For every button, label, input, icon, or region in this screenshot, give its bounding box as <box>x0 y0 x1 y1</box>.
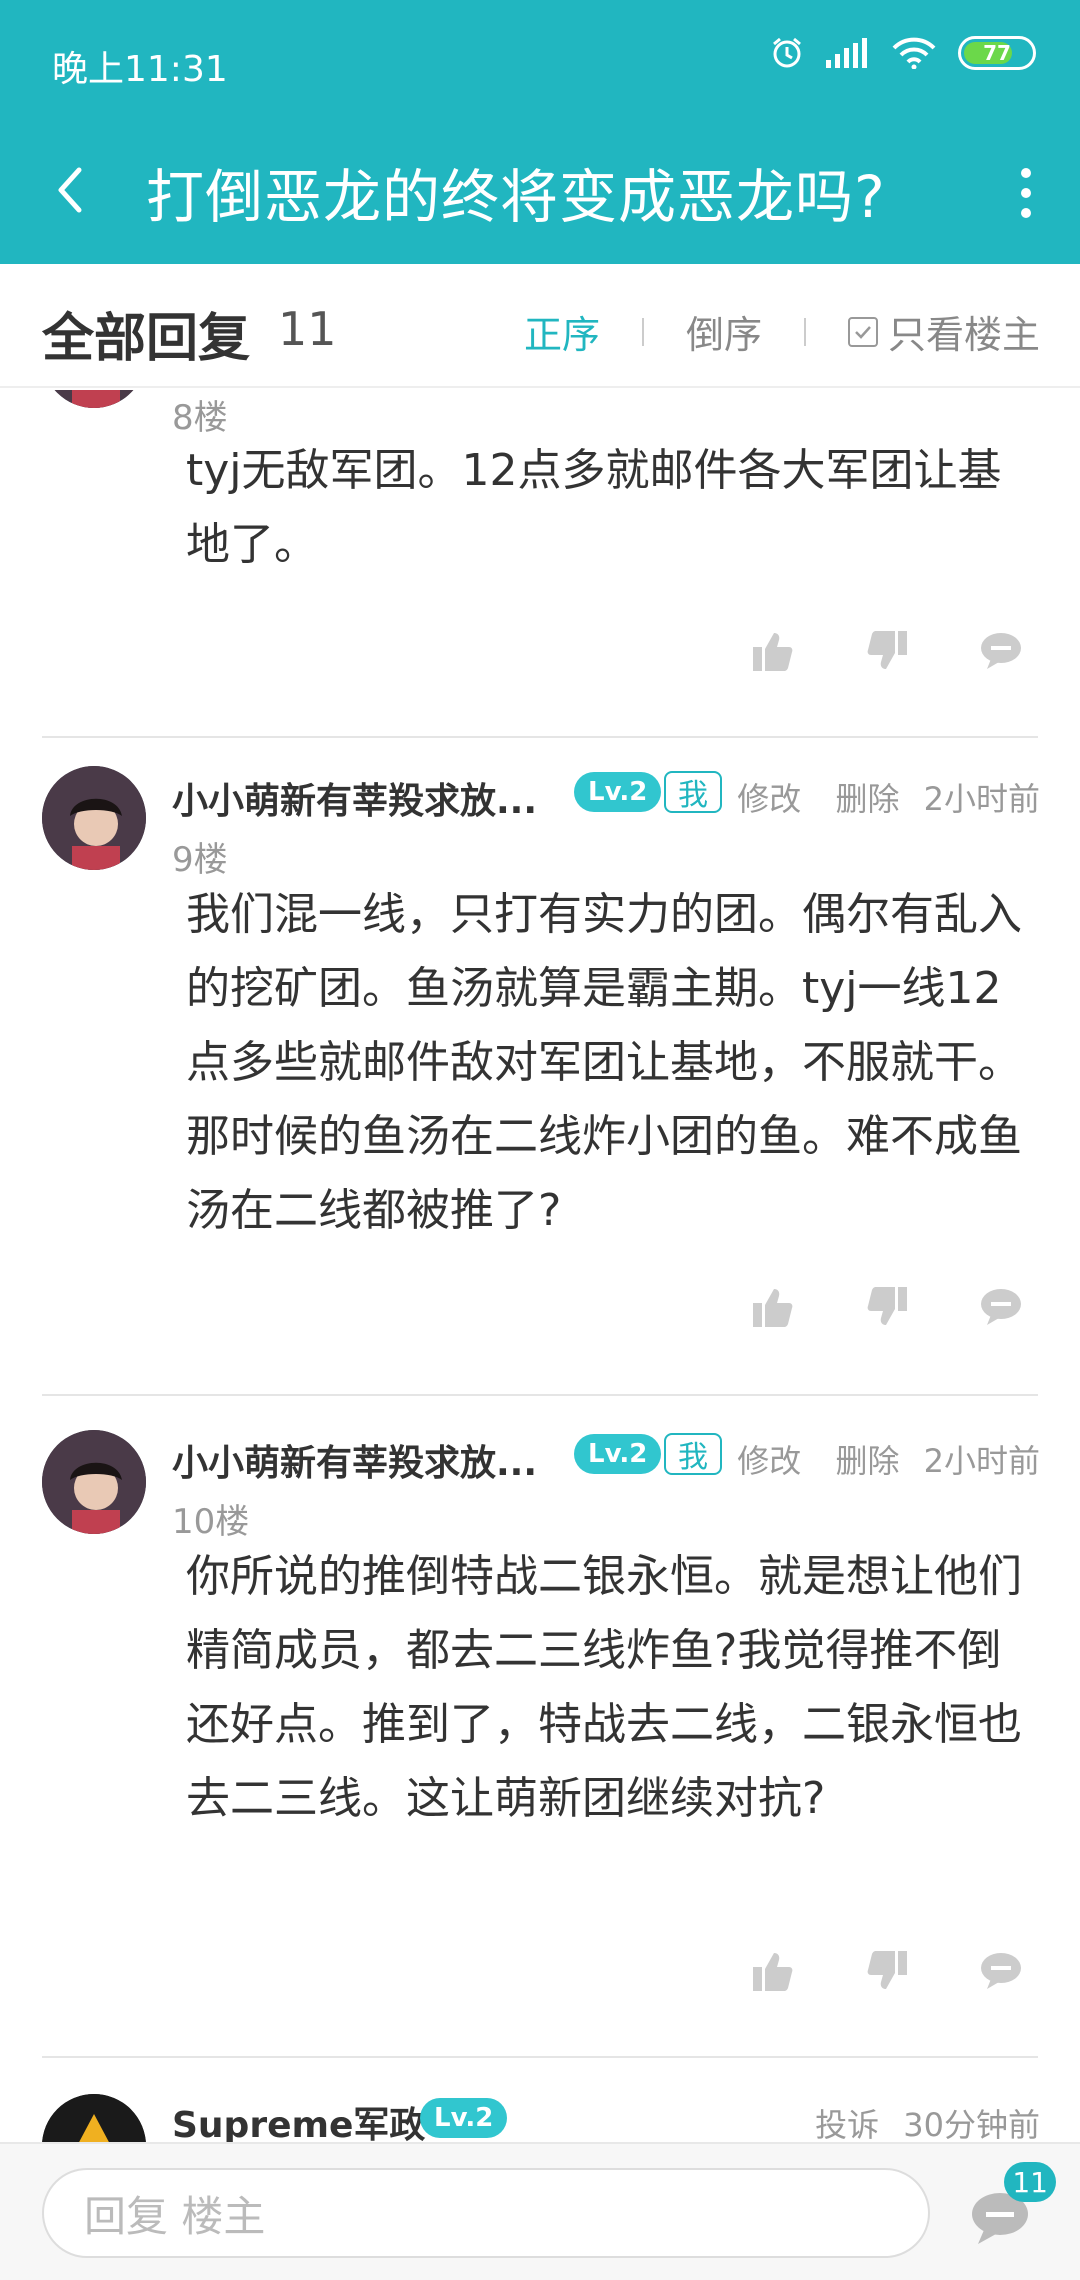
post-time: 2小时前 <box>923 780 1040 818</box>
reply-content: 你所说的推倒特战二银永恒。就是想让他们精简成员，都去二三线炸鱼?我觉得推不倒还好… <box>186 1551 1022 1824</box>
comment-button[interactable] <box>978 1284 1024 1330</box>
post-meta: 修改 删除 2小时前 <box>713 1436 1040 1482</box>
level-badge: Lv.2 <box>574 772 662 812</box>
username[interactable]: 小小萌新有莘羖求放... <box>172 772 537 824</box>
battery-level: 77 <box>983 41 1011 65</box>
thumbs-up-icon <box>753 633 793 671</box>
report-button[interactable]: 投诉 <box>815 2106 879 2142</box>
reply-actions <box>750 1284 1024 1330</box>
signal-icon <box>826 38 867 68</box>
wifi-icon <box>892 37 936 69</box>
thumbs-up-icon <box>753 1953 793 1991</box>
like-button[interactable] <box>750 1948 796 1994</box>
divider <box>42 2056 1038 2058</box>
only-op-toggle[interactable]: 只看楼主 <box>847 304 1040 359</box>
comment-button[interactable] <box>978 1948 1024 1994</box>
post-time: 30分钟前 <box>903 2106 1040 2142</box>
comment-icon <box>981 1953 1021 1989</box>
back-button[interactable] <box>38 158 102 222</box>
edit-button[interactable]: 修改 <box>737 780 801 818</box>
page-title: 打倒恶龙的终将变成恶龙吗? <box>146 163 886 231</box>
post-meta: 投诉 30分钟前 <box>791 2100 1040 2142</box>
back-arrow-icon <box>58 167 82 213</box>
like-button[interactable] <box>750 628 796 674</box>
sort-ascending-button[interactable]: 正序 <box>524 304 600 359</box>
floor-number: 8楼 <box>172 398 228 438</box>
sort-controls: 正序 倒序 只看楼主 <box>524 304 1040 359</box>
floor-number: 10楼 <box>172 1502 250 1542</box>
dislike-button[interactable] <box>864 628 910 674</box>
status-icons: 77 <box>770 36 1036 70</box>
reply-content: tyj无敌军团。12点多就邮件各大军团让基地了。 <box>186 445 1002 570</box>
floor-number: 9楼 <box>172 840 228 880</box>
like-button[interactable] <box>750 1284 796 1330</box>
more-menu-button[interactable] <box>1006 158 1046 228</box>
only-op-label: 只看楼主 <box>887 313 1040 357</box>
thumbs-down-icon <box>867 1951 907 1989</box>
divider <box>641 317 644 346</box>
alarm-icon <box>773 37 801 68</box>
avatar[interactable] <box>42 766 146 870</box>
divider <box>42 736 1038 738</box>
avatar[interactable] <box>42 390 146 408</box>
avatar[interactable] <box>42 1430 146 1534</box>
bottom-reply-bar: 回复 楼主 11 <box>0 2142 1080 2280</box>
divider <box>803 317 806 346</box>
reply-list: 8楼 tyj无敌军团。12点多就邮件各大军团让基地了。 小小萌新有莘羖求放...… <box>0 390 1080 2142</box>
thumbs-down-icon <box>867 1287 907 1325</box>
avatar[interactable] <box>42 2094 146 2142</box>
level-badge: Lv.2 <box>574 1434 662 1474</box>
dislike-button[interactable] <box>864 1948 910 1994</box>
post-meta: 修改 删除 2小时前 <box>713 774 1040 820</box>
thumbs-up-icon <box>753 1289 793 1327</box>
status-time: 晚上11:31 <box>52 49 228 90</box>
status-bar: 晚上11:31 77 <box>0 0 1080 120</box>
username[interactable]: Supreme军政 <box>172 2096 425 2142</box>
divider <box>42 1394 1038 1396</box>
top-bar: 打倒恶龙的终将变成恶龙吗? <box>0 120 1080 264</box>
delete-button[interactable]: 删除 <box>835 1442 899 1480</box>
thumbs-down-icon <box>867 631 907 669</box>
reply-count: 11 <box>278 302 337 356</box>
username[interactable]: 小小萌新有莘羖求放... <box>172 1434 537 1486</box>
comment-icon <box>981 633 1021 669</box>
post-time: 2小时前 <box>923 1442 1040 1480</box>
reply-actions <box>750 1948 1024 1994</box>
all-replies-label: 全部回复 <box>42 309 251 369</box>
edit-button[interactable]: 修改 <box>737 1442 801 1480</box>
level-badge: Lv.2 <box>420 2098 508 2138</box>
comment-button[interactable] <box>978 628 1024 674</box>
checkbox-icon <box>847 316 878 347</box>
comment-count-badge: 11 <box>1004 2162 1056 2202</box>
reply-content: 我们混一线，只打有实力的团。偶尔有乱入的挖矿团。鱼汤就算是霸主期。tyj一线12… <box>186 889 1022 1236</box>
battery-icon: 77 <box>958 36 1036 70</box>
delete-button[interactable]: 删除 <box>835 780 899 818</box>
sort-descending-button[interactable]: 倒序 <box>686 304 762 359</box>
dislike-button[interactable] <box>864 1284 910 1330</box>
reply-input[interactable]: 回复 楼主 <box>42 2168 930 2258</box>
comment-icon <box>981 1289 1021 1325</box>
reply-actions <box>750 628 1024 674</box>
replies-header: 全部回复 11 正序 倒序 只看楼主 <box>0 264 1080 388</box>
